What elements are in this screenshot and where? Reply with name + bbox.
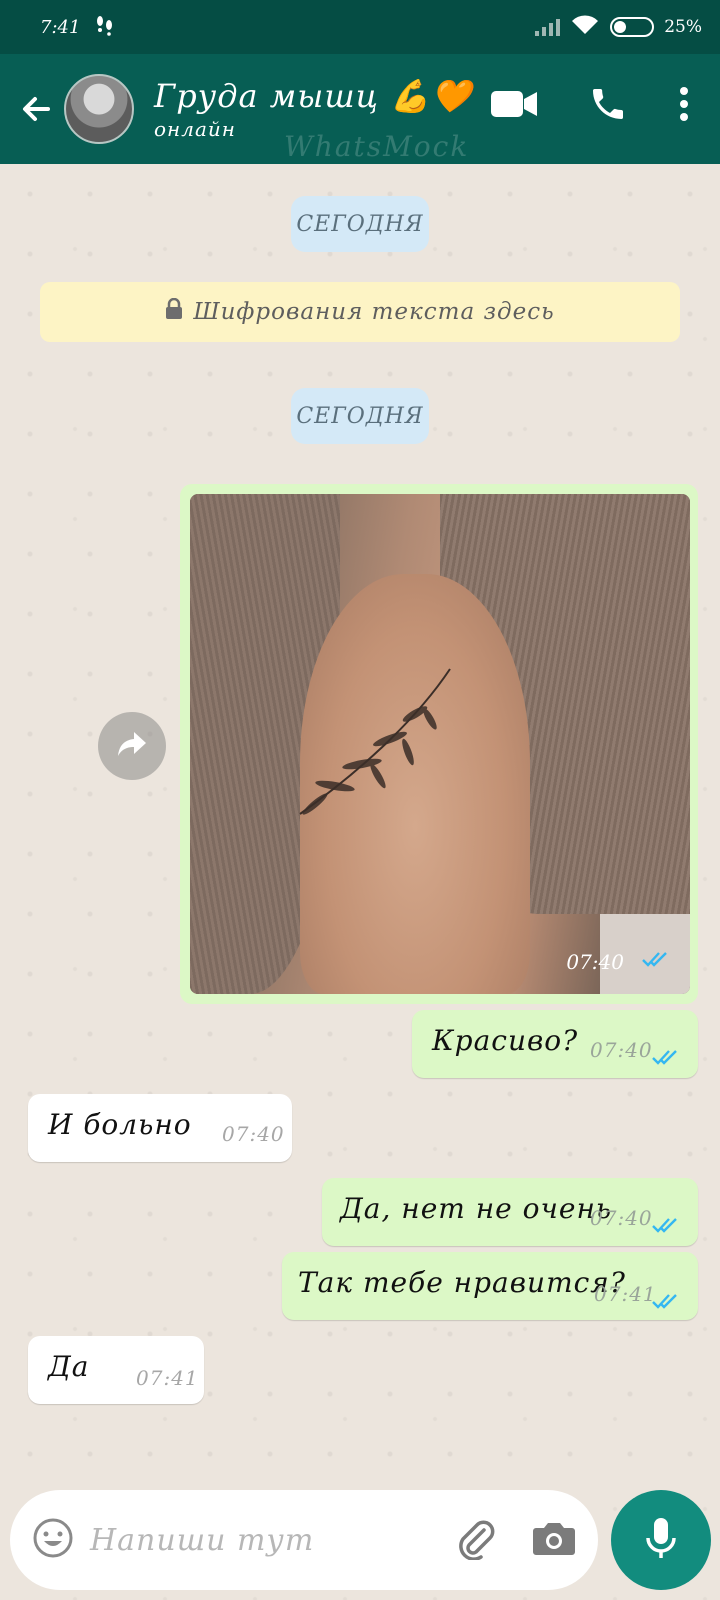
message-time: 07:41 (594, 1282, 657, 1306)
back-arrow-icon[interactable] (16, 89, 56, 129)
message-text: Красиво? (432, 1024, 579, 1057)
encryption-text: Шифрования текста здесь (193, 299, 555, 325)
tattoo-photo[interactable]: 07:40 (190, 494, 690, 994)
message-time: 07:40 (590, 1206, 653, 1230)
chat-header: Груда мышц 💪🧡 онлайн WhatsMock (0, 54, 720, 164)
message-bubble[interactable]: Красиво? 07:40 (412, 1010, 698, 1078)
emoji-icon[interactable] (32, 1517, 74, 1563)
message-text: Да, нет не очень (340, 1192, 613, 1225)
message-bubble[interactable]: И больно 07:40 (28, 1094, 292, 1162)
lock-icon (165, 297, 183, 326)
contact-name: Груда мышц 💪🧡 (154, 77, 472, 115)
status-bar: 7:41 25% (0, 0, 720, 54)
more-vert-icon[interactable] (678, 86, 690, 126)
date-chip: СЕГОДНЯ (291, 196, 429, 252)
message-text: Так тебе нравится? (298, 1266, 626, 1299)
attach-icon[interactable] (454, 1516, 498, 1564)
forward-button[interactable] (98, 712, 166, 780)
image-message[interactable]: 07:40 (180, 484, 698, 1004)
signal-icon (535, 18, 561, 36)
read-ticks-icon (652, 1284, 682, 1317)
message-input[interactable]: Напиши тут (90, 1523, 454, 1558)
message-bubble[interactable]: Так тебе нравится? 07:41 (282, 1252, 698, 1320)
read-ticks-icon (642, 950, 672, 972)
wifi-icon (570, 14, 600, 41)
message-text: Да (48, 1350, 90, 1383)
read-ticks-icon (652, 1208, 682, 1241)
forward-icon (116, 730, 148, 762)
leaf-tattoo (299, 668, 451, 815)
message-time: 07:40 (222, 1122, 285, 1146)
message-time: 07:41 (136, 1366, 199, 1390)
battery-icon (610, 17, 655, 37)
watermark: WhatsMock (284, 130, 470, 163)
footprints-icon (94, 14, 116, 41)
battery-percent: 25% (664, 17, 702, 37)
message-bubble[interactable]: Да 07:41 (28, 1336, 204, 1404)
mic-button[interactable] (611, 1490, 711, 1590)
encryption-notice[interactable]: Шифрования текста здесь (40, 282, 680, 342)
read-ticks-icon (652, 1040, 682, 1073)
status-time: 7:41 (40, 16, 81, 38)
message-time: 07:40 (566, 950, 624, 974)
message-text: И больно (48, 1108, 192, 1141)
avatar[interactable] (64, 74, 134, 144)
message-time: 07:40 (590, 1038, 653, 1062)
message-bubble[interactable]: Да, нет не очень 07:40 (322, 1178, 698, 1246)
message-input-bar[interactable]: Напиши тут (10, 1490, 598, 1590)
date-chip: СЕГОДНЯ (291, 388, 429, 444)
mic-icon (644, 1516, 678, 1564)
video-call-icon[interactable] (490, 88, 538, 124)
phone-icon[interactable] (588, 84, 628, 128)
camera-icon[interactable] (532, 1520, 576, 1560)
